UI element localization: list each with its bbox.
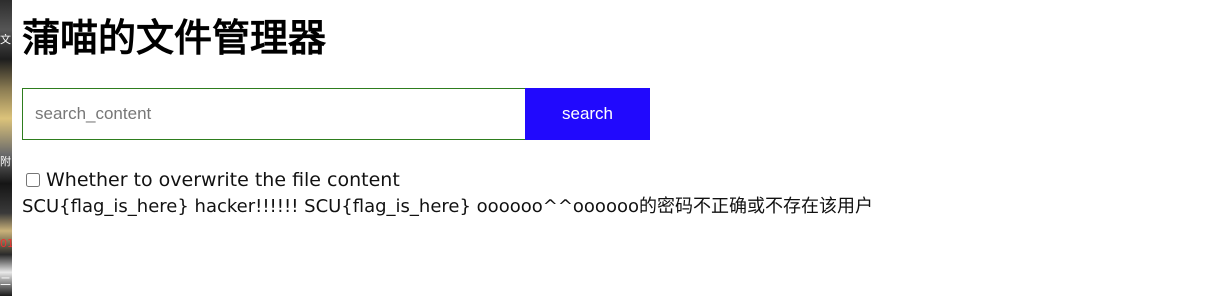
overwrite-label: Whether to overwrite the file content xyxy=(46,169,400,191)
search-form: search xyxy=(22,88,650,140)
strip-text-fragment: 01 xyxy=(0,238,12,250)
page-title: 蒲喵的文件管理器 xyxy=(22,16,327,60)
search-button[interactable]: search xyxy=(525,88,650,140)
overwrite-checkbox[interactable] xyxy=(26,173,40,187)
strip-text-fragment: 二 xyxy=(0,276,11,288)
search-input[interactable] xyxy=(22,88,525,140)
background-image-strip: 文I 附 01 二 xyxy=(0,0,12,296)
strip-text-fragment: 文I xyxy=(0,34,12,46)
overwrite-option: Whether to overwrite the file content xyxy=(26,168,400,192)
strip-text-fragment: 附 xyxy=(0,156,11,168)
result-output: SCU{flag_is_here} hacker!!!!!! SCU{flag_… xyxy=(22,196,873,217)
